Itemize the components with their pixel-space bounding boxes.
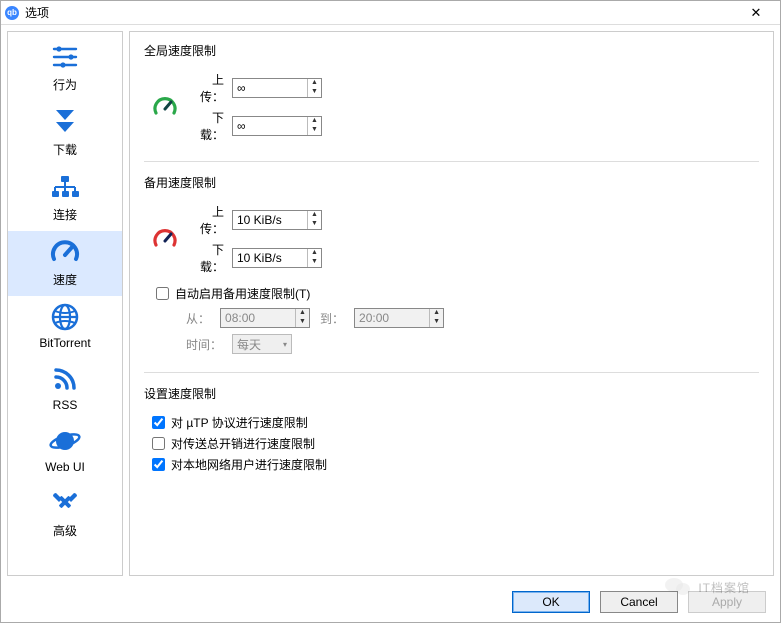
- global-upload-spinner[interactable]: ▲▼: [232, 78, 322, 98]
- gauge-red-icon: [152, 226, 178, 252]
- sliders-icon: [50, 40, 80, 74]
- group-title: 备用速度限制: [144, 174, 759, 195]
- rss-icon: [51, 362, 79, 396]
- download-icon: [50, 105, 80, 139]
- chevron-down-icon: ▾: [283, 340, 287, 349]
- divider: [144, 372, 759, 373]
- group-title: 设置速度限制: [144, 385, 759, 406]
- overhead-limit-checkbox[interactable]: 对传送总开销进行速度限制: [152, 435, 315, 452]
- ok-button[interactable]: OK: [512, 591, 590, 613]
- tools-icon: [50, 486, 80, 520]
- sidebar-item-connection[interactable]: 连接: [8, 166, 122, 231]
- alt-download-label: 下载：: [190, 241, 224, 275]
- utp-limit-checkbox[interactable]: 对 µTP 协议进行速度限制: [152, 414, 308, 431]
- period-select[interactable]: 每天▾: [232, 334, 292, 354]
- alt-download-spinner[interactable]: ▲▼: [232, 248, 322, 268]
- planet-icon: [49, 424, 81, 458]
- period-label: 时间：: [186, 336, 222, 353]
- sidebar: 行为 下载 连接 速度 BitTorrent: [7, 31, 123, 576]
- sidebar-item-downloads[interactable]: 下载: [8, 101, 122, 166]
- global-download-spinner[interactable]: ▲▼: [232, 116, 322, 136]
- network-icon: [49, 170, 81, 204]
- sidebar-item-webui[interactable]: Web UI: [8, 420, 122, 482]
- upload-label: 上传：: [190, 71, 224, 105]
- wechat-icon: [664, 575, 692, 600]
- divider: [144, 161, 759, 162]
- group-alt-limits: 备用速度限制 上传： ▲▼ 下载： ▲▼: [144, 174, 759, 354]
- sidebar-item-bittorrent[interactable]: BitTorrent: [8, 296, 122, 358]
- settings-panel: 全局速度限制 上传： ▲▼ 下载： ▲▼: [129, 31, 774, 576]
- group-global-limits: 全局速度限制 上传： ▲▼ 下载： ▲▼: [144, 42, 759, 143]
- sidebar-item-speed[interactable]: 速度: [8, 231, 122, 296]
- to-label: 到：: [320, 310, 344, 327]
- globe-icon: [50, 300, 80, 334]
- from-label: 从：: [186, 310, 210, 327]
- alt-upload-spinner[interactable]: ▲▼: [232, 210, 322, 230]
- sidebar-item-advanced[interactable]: 高级: [8, 482, 122, 547]
- window-title: 选项: [25, 4, 736, 21]
- dialog-buttons: OK Cancel Apply: [1, 582, 780, 622]
- app-icon: qb: [5, 6, 19, 20]
- alt-upload-label: 上传：: [190, 203, 224, 237]
- download-label: 下载：: [190, 109, 224, 143]
- schedule-checkbox[interactable]: 自动启用备用速度限制(T): [156, 285, 310, 302]
- from-time-spinner[interactable]: ▲▼: [220, 308, 310, 328]
- group-limit-settings: 设置速度限制 对 µTP 协议进行速度限制 对传送总开销进行速度限制 对本地网络…: [144, 385, 759, 473]
- sidebar-item-rss[interactable]: RSS: [8, 358, 122, 420]
- group-title: 全局速度限制: [144, 42, 759, 63]
- sidebar-item-behavior[interactable]: 行为: [8, 36, 122, 101]
- gauge-green-icon: [152, 94, 178, 120]
- watermark: IT档案馆: [664, 575, 750, 600]
- to-time-spinner[interactable]: ▲▼: [354, 308, 444, 328]
- gauge-icon: [49, 235, 81, 269]
- close-button[interactable]: ✕: [736, 5, 776, 21]
- lan-limit-checkbox[interactable]: 对本地网络用户进行速度限制: [152, 456, 327, 473]
